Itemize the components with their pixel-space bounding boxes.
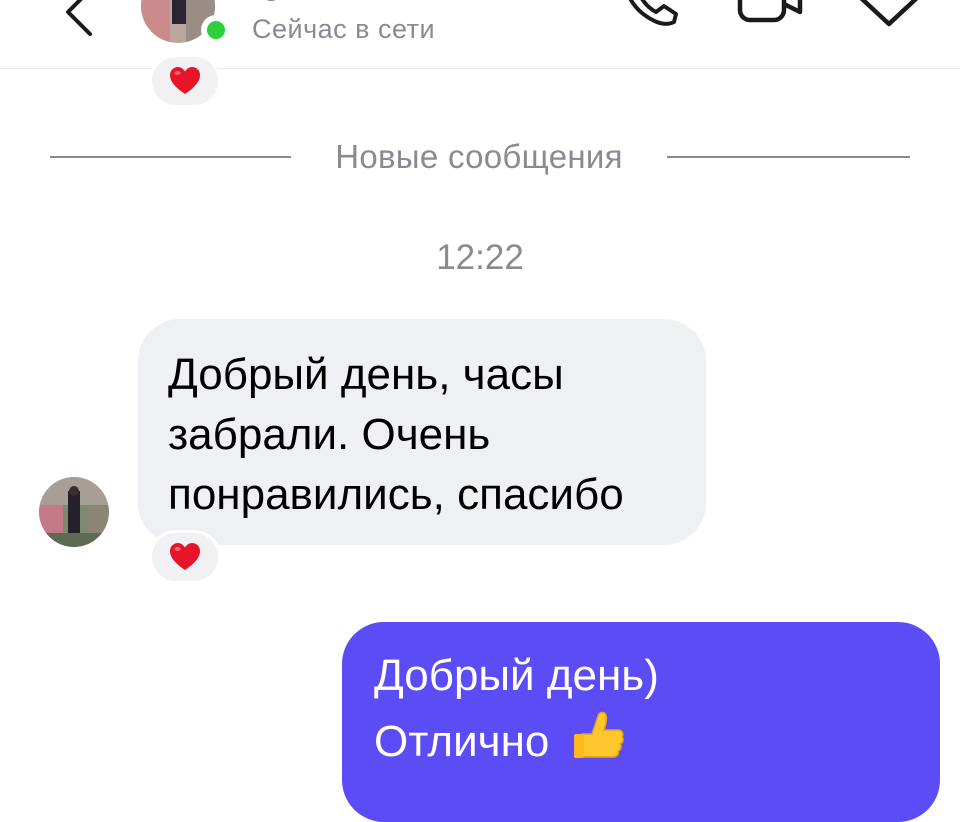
online-indicator (201, 15, 231, 45)
message-text: Отлично (374, 717, 550, 766)
message-text-line: понравились, спасибо (168, 470, 624, 519)
chat-header: Сейчас в сети (0, 0, 960, 69)
thumbs-up-icon (573, 711, 624, 758)
heart-reaction[interactable] (149, 530, 221, 584)
heart-icon (170, 543, 200, 570)
contact-name (266, 0, 276, 1)
message-text-line-with-emoji: Отлично (374, 706, 920, 772)
online-status: Сейчас в сети (252, 14, 436, 44)
message-text-line: Добрый день, часы (168, 350, 564, 399)
divider-label: Новые сообщения (335, 138, 623, 175)
message-time: 12:22 (436, 238, 524, 277)
message-text-line: забрали. Очень (168, 410, 491, 459)
outgoing-message-bubble[interactable]: Добрый день) Отлично (342, 622, 940, 822)
divider-line-left (50, 156, 291, 158)
back-arrow-icon[interactable] (52, 0, 112, 40)
heart-reaction[interactable] (149, 54, 221, 108)
tag-icon[interactable] (855, 0, 925, 32)
new-messages-divider: Новые сообщения (50, 138, 910, 178)
message-text-line: Добрый день) (374, 651, 659, 700)
heart-icon (170, 67, 200, 94)
phone-icon[interactable] (618, 0, 684, 32)
incoming-message-bubble[interactable]: Добрый день, часы забрали. Очень понрави… (138, 319, 706, 545)
video-camera-icon[interactable] (734, 0, 806, 32)
sender-avatar[interactable] (39, 477, 109, 547)
divider-line-right (667, 156, 910, 158)
